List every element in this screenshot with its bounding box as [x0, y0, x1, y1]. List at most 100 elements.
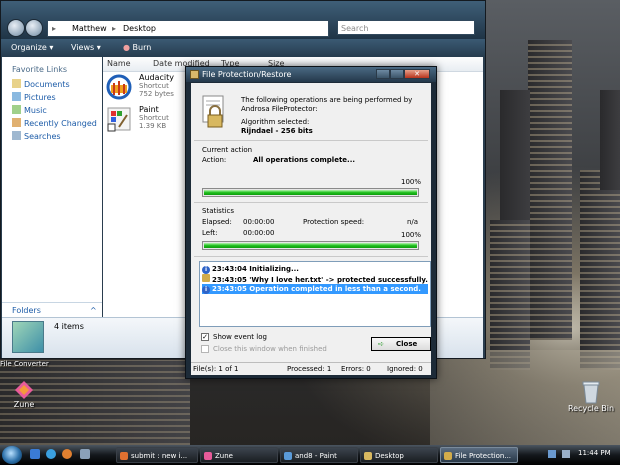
taskbar-button-label: Desktop [375, 452, 404, 460]
speed-label: Protection speed: [303, 218, 365, 226]
log-entry-text: 23:43:04 Initializing... [212, 265, 299, 273]
firefox-icon [120, 452, 128, 460]
burn-label: Burn [132, 43, 152, 52]
left-value: 00:00:00 [243, 229, 275, 237]
taskbar-button-submit[interactable]: submit : new i... [116, 447, 198, 463]
favorite-links-title: Favorite Links [12, 65, 68, 74]
recycle-bin-icon [582, 380, 600, 404]
nav-pictures[interactable]: Pictures [12, 92, 56, 102]
show-event-log-label: Show event log [213, 333, 267, 341]
nav-searches[interactable]: Searches [12, 131, 61, 141]
back-button[interactable] [7, 19, 25, 37]
taskbar-button-zune[interactable]: Zune [200, 447, 278, 463]
status-ignored: Ignored: 0 [387, 365, 423, 373]
recent-icon [12, 118, 21, 127]
lock-icon [444, 452, 452, 460]
searches-icon [12, 131, 21, 140]
column-name[interactable]: Name [107, 59, 131, 68]
app-icon [190, 70, 199, 79]
overall-progress-fill [204, 243, 417, 248]
audacity-icon [105, 73, 133, 101]
file-item-audacity[interactable]: Audacity Shortcut 752 bytes [105, 73, 175, 107]
search-input[interactable]: Search [337, 20, 475, 35]
action-progress-fill [204, 190, 417, 195]
building [600, 90, 620, 190]
statistics-header: Statistics [202, 207, 234, 215]
desktop-icon-zune[interactable]: Zune [6, 380, 42, 409]
burn-button[interactable]: ● Burn [123, 39, 151, 57]
file-size: 1.39 KB [139, 122, 167, 130]
organize-button[interactable]: Organize ▾ [11, 39, 53, 57]
quicklaunch-desktop-icon[interactable] [30, 449, 40, 459]
nav-recently-changed[interactable]: Recently Changed [12, 118, 97, 128]
speed-value: n/a [407, 218, 419, 226]
status-processed: Processed: 1 [287, 365, 332, 373]
dialog-title: File Protection/Restore [202, 70, 292, 79]
close-window-button[interactable]: ✕ [404, 69, 430, 79]
desktop-file-converter-label: File Converter [0, 360, 49, 368]
file-type: Shortcut [139, 82, 169, 90]
taskbar-button-desktop[interactable]: Desktop [360, 447, 438, 463]
log-entry[interactable]: 23:43:05 'Why I love her.txt' -> protect… [202, 274, 428, 284]
overall-progress-bar [202, 241, 419, 250]
breadcrumb-desktop[interactable]: Desktop [123, 21, 156, 36]
log-entry-text: 23:43:05 Operation completed in less tha… [212, 285, 421, 293]
taskbar-button-label: and8 - Paint [295, 452, 337, 460]
maximize-button[interactable] [390, 69, 404, 79]
close-when-finished-checkbox[interactable] [201, 345, 209, 353]
taskbar-button-file-protection[interactable]: File Protection... [440, 447, 518, 463]
close-when-finished-label: Close this window when finished [213, 345, 327, 353]
forward-button[interactable] [25, 19, 43, 37]
views-button[interactable]: Views ▾ [71, 39, 101, 57]
quicklaunch-firefox-icon[interactable] [62, 449, 72, 459]
taskbar-button-label: File Protection... [455, 452, 512, 460]
documents-icon [12, 79, 21, 88]
action-progress-bar [202, 188, 419, 197]
elapsed-label: Elapsed: [202, 218, 232, 226]
address-bar[interactable]: ▸ Matthew ▸ Desktop [47, 20, 329, 37]
taskbar-button-paint[interactable]: and8 - Paint [280, 447, 358, 463]
show-event-log-checkbox[interactable]: ✓ [201, 333, 209, 341]
network-icon[interactable] [548, 450, 556, 458]
status-errors: Errors: 0 [341, 365, 371, 373]
info-icon: i [202, 266, 210, 274]
dialog-titlebar[interactable]: File Protection/Restore ✕ [186, 67, 436, 82]
chevron-up-icon: ^ [90, 306, 97, 315]
dialog-body: The following operations are being perfo… [191, 83, 431, 375]
views-label: Views [71, 43, 95, 52]
elapsed-value: 00:00:00 [243, 218, 275, 226]
file-item-paint[interactable]: Paint Shortcut 1.39 KB [105, 105, 175, 139]
nav-documents[interactable]: Documents [12, 79, 70, 89]
algorithm-label: Algorithm selected: [241, 118, 310, 126]
breadcrumb-user[interactable]: Matthew [72, 21, 107, 36]
nav-music[interactable]: Music [12, 105, 47, 115]
lock-icon [202, 274, 210, 282]
file-type: Shortcut [139, 114, 169, 122]
folders-label: Folders [12, 306, 41, 315]
explorer-titlebar: ▸ Matthew ▸ Desktop Search [1, 1, 485, 39]
close-button[interactable]: ➪ Close [371, 337, 431, 351]
item-count: 4 items [54, 322, 84, 331]
file-name: Audacity [139, 73, 175, 82]
paint-icon [284, 452, 292, 460]
log-entry[interactable]: i 23:43:04 Initializing... [202, 264, 428, 274]
start-button[interactable] [2, 446, 22, 464]
folders-toggle[interactable]: Folders ^ [2, 302, 102, 318]
pictures-icon [12, 92, 21, 101]
burn-icon: ● [123, 43, 130, 52]
quicklaunch-media-icon[interactable] [80, 449, 90, 459]
paint-icon [105, 105, 133, 133]
desktop-icon-recycle-bin[interactable]: Recycle Bin [566, 380, 616, 413]
event-log[interactable]: i 23:43:04 Initializing... 23:43:05 'Why … [199, 261, 431, 327]
command-bar: Organize ▾ Views ▾ ● Burn [1, 39, 485, 57]
log-entry-selected[interactable]: i 23:43:05 Operation completed in less th… [202, 284, 428, 294]
file-name: Paint [139, 105, 159, 114]
minimize-button[interactable] [376, 69, 390, 79]
taskbar: submit : new i... Zune and8 - Paint Desk… [0, 445, 620, 465]
action-value: All operations complete... [253, 156, 356, 164]
volume-icon[interactable] [562, 450, 570, 458]
intro-text: The following operations are being perfo… [241, 96, 413, 113]
clock[interactable]: 11:44 PM [578, 449, 611, 457]
quicklaunch-ie-icon[interactable] [46, 449, 56, 459]
organize-label: Organize [11, 43, 47, 52]
